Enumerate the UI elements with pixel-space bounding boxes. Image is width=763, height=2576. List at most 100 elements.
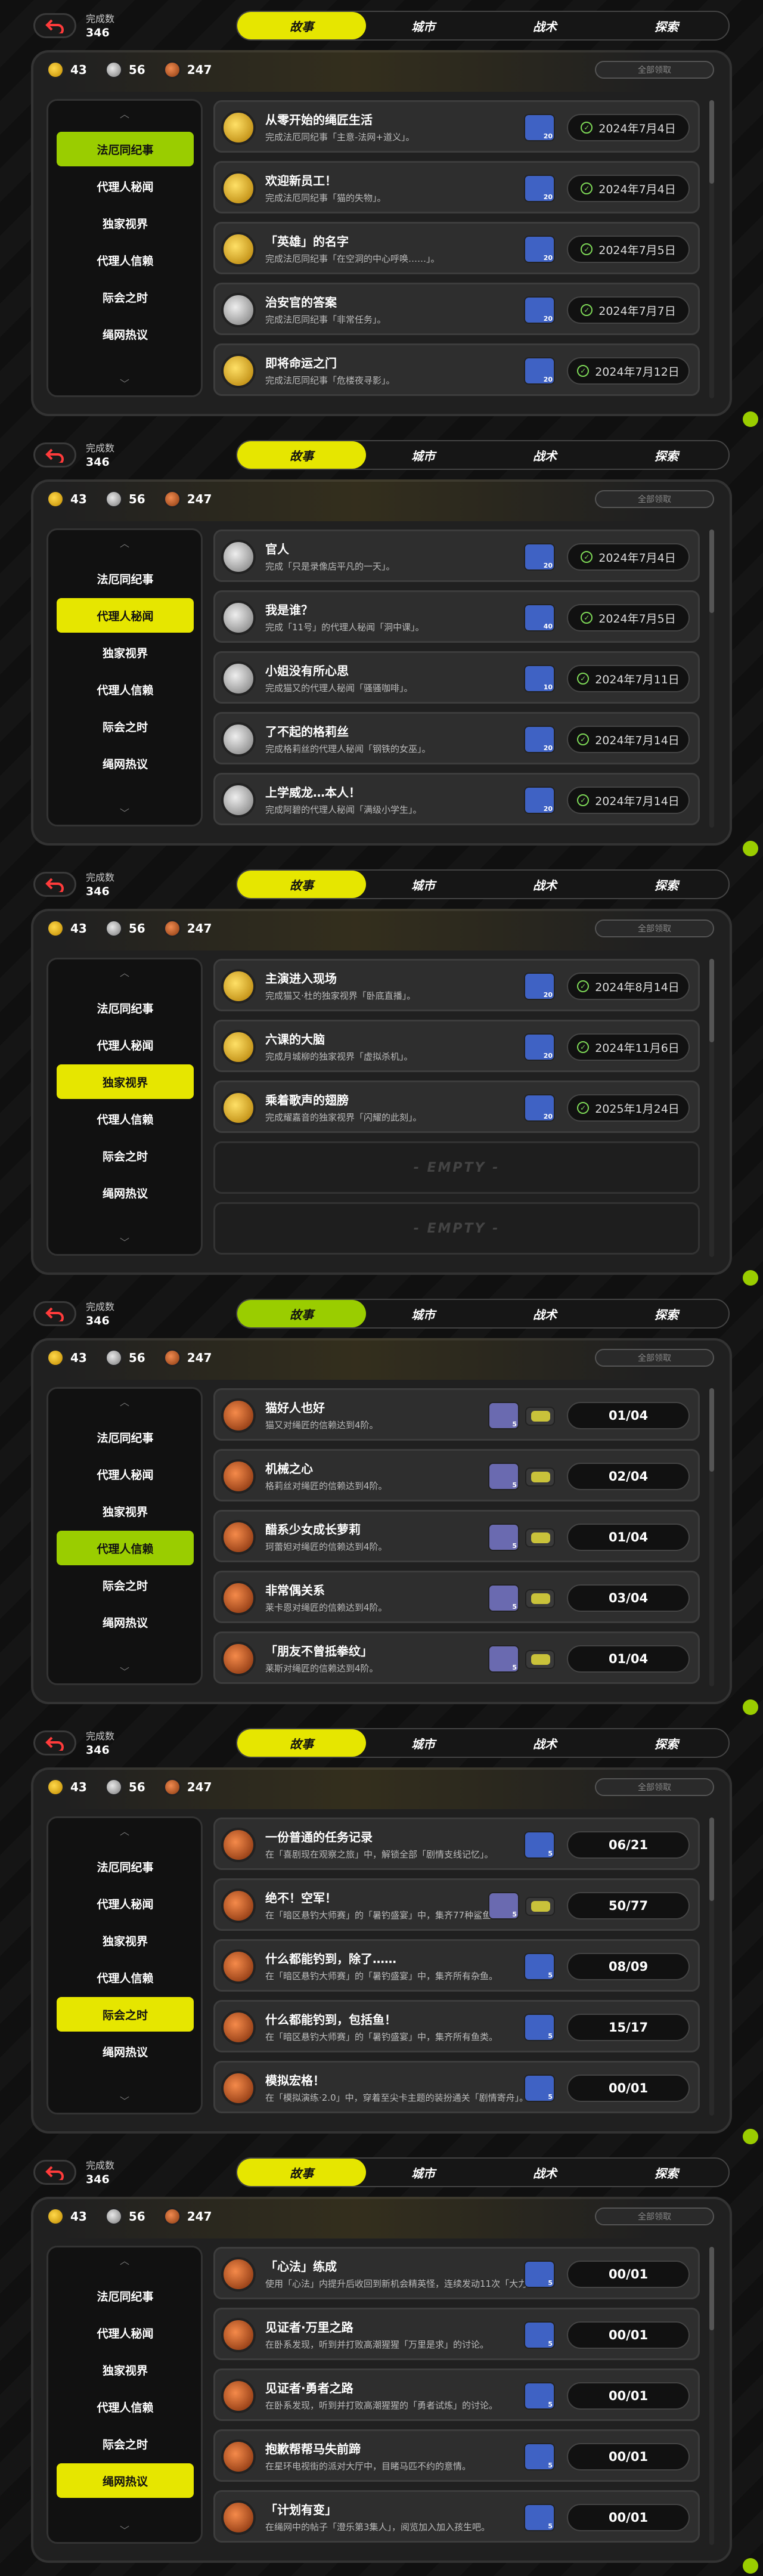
sidebar-item-5[interactable]: 绳网热议 [57,1175,194,1210]
claim-all-button[interactable]: 全部领取 [595,919,714,937]
achievement-row[interactable]: 从零开始的绳匠生活 完成法厄同纪事「主意-法网+道义」。 20 ✓ 2024年7月4日 [213,100,700,153]
sidebar-item-2[interactable]: 独家视界 [57,206,194,240]
achievement-row[interactable]: - EMPTY - [213,1141,700,1194]
sidebar-item-2[interactable]: 独家视界 [57,1494,194,1528]
tab-0[interactable]: 故事 [237,441,366,469]
scroll-up-icon[interactable]: ︿ [48,962,201,982]
achievement-row[interactable]: 猫好人也好 猫又对绳匠的信赖达到4阶。 5 01/04 [213,1388,700,1441]
achievement-row[interactable]: 「朋友不曾抵拳纹」 莱斯对绳匠的信赖达到4阶。 5 01/04 [213,1631,700,1684]
sidebar-item-2[interactable]: 独家视界 [57,635,194,670]
back-button[interactable] [33,1301,76,1326]
back-button[interactable] [33,442,76,467]
list-scrollbar[interactable] [709,1388,714,1686]
sidebar-item-0[interactable]: 法厄同纪事 [57,1849,194,1884]
achievement-row[interactable]: 我是谁？ 完成「11号」的代理人秘闻「洞中课」。 40 ✓ 2024年7月5日 [213,590,700,643]
sidebar-item-4[interactable]: 际会之时 [57,709,194,744]
sidebar-item-4[interactable]: 际会之时 [57,1568,194,1602]
list-scrollbar[interactable] [709,100,714,398]
scroll-down-icon[interactable]: ﹀ [48,373,201,393]
scroll-up-icon[interactable]: ︿ [48,532,201,553]
achievement-row[interactable]: 官人 完成「只是录像店平凡的一天」。 20 ✓ 2024年7月4日 [213,530,700,582]
scroll-down-icon[interactable]: ﹀ [48,1661,201,1681]
tab-1[interactable]: 城市 [359,12,488,39]
achievement-row[interactable]: 「计划有变」 在绳网中的帖子「澄乐第3集人」，阅览加入加入孩生吧。 5 00/01 [213,2490,700,2543]
scroll-down-icon[interactable]: ﹀ [48,2090,201,2110]
sidebar-item-0[interactable]: 法厄同纪事 [57,1420,194,1454]
sidebar-item-3[interactable]: 代理人信赖 [57,1531,194,1565]
tab-0[interactable]: 故事 [237,12,366,39]
achievement-row[interactable]: 见证者·万里之路 在卧系发现，听到并打败高潮猩猩「万里是求」的讨论。 5 00/01 [213,2308,700,2360]
tab-3[interactable]: 探索 [602,2159,731,2186]
sidebar-item-5[interactable]: 绳网热议 [57,317,194,351]
claim-all-button[interactable]: 全部领取 [595,61,714,79]
scroll-up-icon[interactable]: ︿ [48,1391,201,1411]
sidebar-item-4[interactable]: 际会之时 [57,280,194,314]
sidebar-item-0[interactable]: 法厄同纪事 [57,132,194,166]
claim-all-button[interactable]: 全部领取 [595,1349,714,1367]
list-scrollbar[interactable] [709,1818,714,2116]
tab-0[interactable]: 故事 [237,1300,366,1327]
achievement-row[interactable]: 什么都能钓到，除了…… 在「暗区悬钓大师赛」的「暑钓盛宴」中，集齐所有杂鱼。 5 08… [213,1939,700,1992]
tab-1[interactable]: 城市 [359,1300,488,1327]
sidebar-item-0[interactable]: 法厄同纪事 [57,561,194,596]
tab-2[interactable]: 战术 [480,12,609,39]
claim-all-button[interactable]: 全部领取 [595,1778,714,1796]
sidebar-item-5[interactable]: 绳网热议 [57,2463,194,2498]
sidebar-item-1[interactable]: 代理人秘闻 [57,1457,194,1491]
scroll-down-icon[interactable]: ﹀ [48,1231,201,1252]
achievement-row[interactable]: 抱歉帮帮马失前蹄 在星环电视街的派对大厅中，目睹马匹不约的意情。 5 00/01 [213,2429,700,2482]
tab-3[interactable]: 探索 [602,1300,731,1327]
scroll-down-icon[interactable]: ﹀ [48,802,201,822]
achievement-row[interactable]: 机械之心 格莉丝对绳匠的信赖达到4阶。 5 02/04 [213,1449,700,1501]
tab-2[interactable]: 战术 [480,2159,609,2186]
sidebar-item-3[interactable]: 代理人信赖 [57,672,194,707]
tab-0[interactable]: 故事 [237,2159,366,2186]
scroll-up-icon[interactable]: ︿ [48,103,201,123]
tab-1[interactable]: 城市 [359,871,488,898]
achievement-row[interactable]: 主演进入现场 完成猫又·杜的独家视界「卧底直播」。 20 ✓ 2024年8月14日 [213,959,700,1011]
sidebar-item-3[interactable]: 代理人信赖 [57,2389,194,2424]
achievement-row[interactable]: 欢迎新员工！ 完成法厄同纪事「猫的失物」。 20 ✓ 2024年7月4日 [213,161,700,213]
back-button[interactable] [33,872,76,897]
sidebar-item-1[interactable]: 代理人秘闻 [57,1027,194,1062]
sidebar-item-5[interactable]: 绳网热议 [57,1605,194,1639]
achievement-row[interactable]: 见证者·勇者之路 在卧系发现，听到并打败高潮猩猩的「勇者试炼」的讨论。 5 00/01 [213,2368,700,2421]
tab-2[interactable]: 战术 [480,441,609,469]
tab-3[interactable]: 探索 [602,871,731,898]
list-scrollbar[interactable] [709,530,714,828]
sidebar-item-1[interactable]: 代理人秘闻 [57,598,194,633]
list-scrollbar[interactable] [709,2247,714,2545]
list-scrollbar[interactable] [709,959,714,1257]
sidebar-item-1[interactable]: 代理人秘闻 [57,2315,194,2350]
achievement-row[interactable]: 一份普通的任务记录 在「喜剧现在观察之旅」中，解锁全部「剧情支线记忆」。 5 06/2… [213,1818,700,1870]
achievement-row[interactable]: 治安官的答案 完成法厄同纪事「非常任务」。 20 ✓ 2024年7月7日 [213,283,700,335]
tab-1[interactable]: 城市 [359,441,488,469]
sidebar-item-1[interactable]: 代理人秘闻 [57,169,194,203]
scroll-down-icon[interactable]: ﹀ [48,2519,201,2540]
sidebar-item-3[interactable]: 代理人信赖 [57,243,194,277]
sidebar-item-4[interactable]: 际会之时 [57,1997,194,2032]
sidebar-item-2[interactable]: 独家视界 [57,2352,194,2387]
achievement-row[interactable]: 六课的大脑 完成月城柳的独家视界「虚拟杀机」。 20 ✓ 2024年11月6日 [213,1020,700,1072]
achievement-row[interactable]: 了不起的格莉丝 完成格莉丝的代理人秘闻「钢铁的女巫」。 20 ✓ 2024年7月14日 [213,712,700,764]
sidebar-item-3[interactable]: 代理人信赖 [57,1960,194,1995]
tab-3[interactable]: 探索 [602,12,731,39]
sidebar-item-5[interactable]: 绳网热议 [57,2034,194,2069]
achievement-row[interactable]: 绝不！空军！ 在「暗区悬钓大师赛」的「暑钓盛宴」中，集齐77种鲨鱼。 5 50/77 [213,1878,700,1931]
achievement-row[interactable]: 即将命运之门 完成法厄同纪事「危楼夜寻影」。 20 ✓ 2024年7月12日 [213,343,700,396]
achievement-row[interactable]: 什么都能钓到，包括鱼！ 在「暗区悬钓大师赛」的「暑钓盛宴」中，集齐所有鱼类。 5 15… [213,2000,700,2052]
claim-all-button[interactable]: 全部领取 [595,2207,714,2225]
scroll-up-icon[interactable]: ︿ [48,2250,201,2270]
claim-all-button[interactable]: 全部领取 [595,490,714,508]
sidebar-item-5[interactable]: 绳网热议 [57,746,194,781]
achievement-row[interactable]: 非常偶关系 莱卡恩对绳匠的信赖达到4阶。 5 03/04 [213,1571,700,1623]
back-button[interactable] [33,2160,76,2185]
achievement-row[interactable]: 「心法」练成 使用「心法」内提升后收回到新机会精英怪，连续发动11次「大力骰压」。… [213,2247,700,2299]
sidebar-item-4[interactable]: 际会之时 [57,2426,194,2461]
tab-2[interactable]: 战术 [480,1729,609,1757]
tab-0[interactable]: 故事 [237,871,366,898]
sidebar-item-0[interactable]: 法厄同纪事 [57,990,194,1025]
achievement-row[interactable]: 「英雄」的名字 完成法厄同纪事「在空洞的中心呼唤……」。 20 ✓ 2024年7月5日 [213,222,700,274]
sidebar-item-2[interactable]: 独家视界 [57,1923,194,1958]
sidebar-item-1[interactable]: 代理人秘闻 [57,1886,194,1921]
